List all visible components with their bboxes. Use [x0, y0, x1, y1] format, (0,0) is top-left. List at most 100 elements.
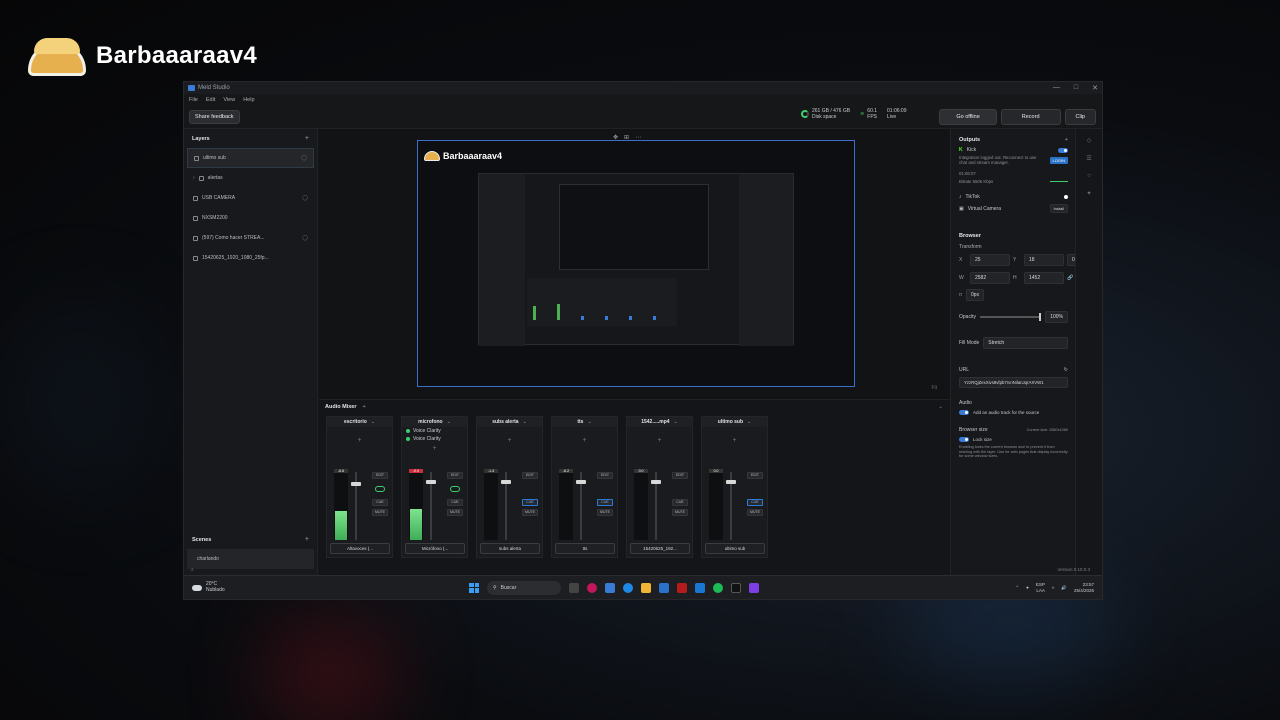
add-effect-button[interactable]: + [402, 445, 467, 452]
chevron-up-icon[interactable]: ⌃ [1015, 585, 1019, 591]
layer-item[interactable]: ultimo sub ◯ [187, 148, 314, 168]
edit-button[interactable]: EDIT [672, 472, 688, 479]
fill-mode-select[interactable]: Stretch [983, 337, 1068, 349]
mute-button[interactable]: MUTE [447, 509, 463, 516]
layer-item[interactable]: USB CAMERA ◯ [184, 188, 317, 208]
chevron-down-icon[interactable]: ⌄ [447, 419, 451, 425]
taskbar-search[interactable]: ⚲ Buscar [487, 580, 561, 595]
add-effect-button[interactable]: + [702, 437, 767, 444]
edge-icon[interactable] [623, 582, 633, 593]
menu-file[interactable]: File [189, 97, 198, 103]
channel-header[interactable]: escritorio ⌄ [327, 417, 392, 427]
spotify-icon[interactable] [713, 582, 723, 593]
y-field[interactable]: 18 [1024, 254, 1064, 266]
source-select[interactable]: tts [555, 543, 615, 554]
source-select[interactable]: 15420625_192... [630, 543, 690, 554]
record-button[interactable]: Record [1000, 109, 1061, 125]
wifi-icon[interactable]: ≈ [1052, 585, 1054, 591]
x-field[interactable]: 25 [970, 254, 1010, 266]
layer-item[interactable]: 15420625_1920_1080_25fp... [184, 248, 317, 268]
effect-item[interactable]: Voice Clarity [402, 435, 467, 443]
eye-icon[interactable]: ◯ [302, 195, 308, 201]
opacity-slider[interactable] [979, 313, 1042, 321]
add-effect-button[interactable]: + [477, 437, 542, 444]
url-field[interactable]: YzzRQjZexXivs8vfpb7rvnNilanJqrAXVW1 [959, 377, 1068, 388]
app-purple-icon[interactable] [749, 582, 759, 593]
fader-knob[interactable] [351, 482, 361, 487]
channel-header[interactable]: 1542.....mp4 ⌄ [627, 417, 692, 427]
clip-button[interactable]: Clip [1064, 109, 1096, 125]
cue-button[interactable]: CUE [372, 499, 388, 506]
chevron-down-icon[interactable]: ⌄ [587, 419, 591, 425]
link-icon[interactable] [450, 486, 460, 492]
effect-item[interactable]: Voice Clarity [402, 427, 467, 435]
chevron-down-icon[interactable]: ⌄ [674, 419, 678, 425]
app-red-icon[interactable] [677, 582, 687, 593]
edit-button[interactable]: EDIT [447, 472, 463, 479]
source-select[interactable]: ultimo sub [705, 543, 765, 554]
eye-icon[interactable]: ◯ [301, 155, 307, 161]
cue-button[interactable]: CUE [522, 499, 538, 506]
chevron-down-icon[interactable]: ⌄ [523, 419, 527, 425]
edit-button[interactable]: EDIT [522, 472, 538, 479]
fader-knob[interactable] [576, 480, 586, 485]
height-field[interactable]: 1452 [1024, 272, 1064, 284]
channel-header[interactable]: ultimo sub ⌄ [702, 417, 767, 427]
volume-fader[interactable] [576, 472, 586, 540]
output-tiktok[interactable]: ♪ TikTok [951, 192, 1076, 202]
mail-icon[interactable] [695, 582, 705, 593]
tiktok-app-icon[interactable] [731, 582, 741, 593]
volume-fader[interactable] [651, 472, 661, 540]
close-window-button[interactable]: ✕ [1092, 84, 1098, 92]
collapse-mixer-icon[interactable]: ⌄ [938, 404, 943, 410]
scene-canvas[interactable]: Barbaaaraav4 [417, 140, 855, 387]
edit-button[interactable]: EDIT [372, 472, 388, 479]
chevron-down-icon[interactable]: ⌄ [747, 419, 751, 425]
link-icon[interactable] [375, 486, 385, 492]
cue-button[interactable]: CUE [672, 499, 688, 506]
add-scene-button[interactable]: + [305, 536, 309, 543]
channel-header[interactable]: tts ⌄ [552, 417, 617, 427]
width-field[interactable]: 2582 [970, 272, 1010, 284]
app-icon[interactable] [659, 582, 669, 593]
layer-item[interactable]: NXSM2200 [184, 208, 317, 228]
lang-code[interactable]: ESP [1036, 582, 1045, 588]
layers-tab-icon[interactable]: ☰ [1086, 155, 1091, 162]
add-output-button[interactable]: + [1065, 137, 1068, 143]
tray-app-icon[interactable]: ● [1026, 585, 1029, 591]
edit-button[interactable]: EDIT [597, 472, 613, 479]
lang-layout[interactable]: LAA [1036, 588, 1045, 594]
install-button[interactable]: Install [1049, 204, 1068, 213]
output-kick[interactable]: K Kick [951, 145, 1076, 155]
cue-button[interactable]: CUE [747, 499, 763, 506]
opera-icon[interactable] [587, 582, 597, 593]
source-select[interactable]: Micrófono (... [405, 543, 465, 554]
mute-button[interactable]: MUTE [372, 509, 388, 516]
weather-widget[interactable]: 20°C Nublado [184, 581, 225, 593]
refresh-icon[interactable]: ↻ [1064, 367, 1068, 373]
menu-help[interactable]: Help [243, 97, 254, 103]
layer-item[interactable]: (597) Como hacer STREA... ◯ [184, 228, 317, 248]
meld-studio-icon[interactable] [605, 582, 615, 593]
date[interactable]: 25/4/2026 [1074, 588, 1094, 594]
kick-login-button[interactable]: LOGIN [1049, 156, 1068, 164]
channel-header[interactable]: subs alerta ⌄ [477, 417, 542, 427]
mute-button[interactable]: MUTE [522, 509, 538, 516]
menu-view[interactable]: View [223, 97, 235, 103]
kick-toggle[interactable] [1058, 147, 1068, 153]
cue-button[interactable]: CUE [447, 499, 463, 506]
add-layer-button[interactable]: + [305, 135, 309, 142]
fader-knob[interactable] [426, 480, 436, 485]
audio-track-toggle[interactable] [959, 410, 969, 415]
chevron-down-icon[interactable]: ⌄ [371, 419, 375, 425]
mute-button[interactable]: MUTE [747, 509, 763, 516]
channel-header[interactable]: microfono ⌄ [402, 417, 467, 427]
fader-knob[interactable] [726, 480, 736, 485]
add-effect-button[interactable]: + [552, 437, 617, 444]
fit-dropdown[interactable]: Fit [931, 385, 937, 391]
chevron-right-icon[interactable]: › [193, 175, 195, 181]
source-select[interactable]: subs alerta [480, 543, 540, 554]
volume-fader[interactable] [501, 472, 511, 540]
menu-edit[interactable]: Edit [206, 97, 215, 103]
mute-button[interactable]: MUTE [672, 509, 688, 516]
